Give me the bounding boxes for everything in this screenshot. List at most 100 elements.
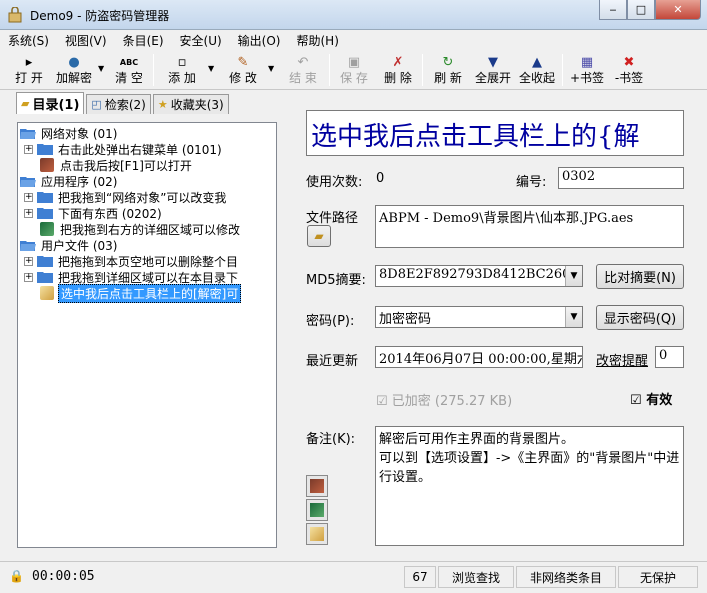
expand-icon[interactable]: + [24,208,33,218]
decrypt-button[interactable]: ● 加解密 [54,54,94,88]
link-button[interactable] [306,499,328,521]
item-icon [40,158,54,172]
new-document-icon: ▫ [177,55,187,70]
collapse-icon: ▲ [532,55,542,70]
expand-icon[interactable]: + [24,272,33,282]
tree-folder[interactable]: + 把我拖到“网络对象”可以改变我 [24,189,228,205]
expand-icon: ▼ [488,55,498,70]
last-updated-label: 最近更新 [306,354,359,369]
password-reminder-label[interactable]: 改密提醒 [596,350,648,369]
folder-icon [37,208,53,219]
tree-folder[interactable]: 用户文件 (03) [20,237,119,253]
encrypted-file-icon [40,286,54,300]
tab-favorites[interactable]: ★ 收藏夹(3) [152,94,229,114]
usage-count-value: 0 [376,171,385,186]
status-bar: 🔒 00:00:05 67 浏览查找 非网络类条目 无保护 [0,561,707,593]
end-button[interactable]: ↶ 结 束 [281,54,325,88]
notes-field[interactable]: 解密后可用作主界面的背景图片。 可以到【选项设置】->《主界面》的"背景图片"中… [375,426,684,546]
entry-number-field[interactable]: 0302 [558,167,684,189]
tree-folder[interactable]: 网络对象 (01) [20,125,119,141]
tab-search[interactable]: ◰ 检索(2) [86,94,151,114]
password-combo[interactable]: 加密密码 ▼ [375,306,583,328]
menu-output[interactable]: 输出(O) [238,32,281,49]
menu-system[interactable]: 系统(S) [8,32,49,49]
notes-label: 备注(K): [306,432,356,447]
folder-open-icon: ▰ [314,229,324,243]
md5-combo[interactable]: 8D8E2F892793D8412BC2603E2 ▼ [375,265,583,287]
attach-button[interactable] [306,475,328,497]
minimize-button[interactable]: ‒ [599,0,627,20]
bookmark-icon: ▦ [580,55,594,70]
toolbar-separator [329,54,330,86]
encrypted-label: 已加密 (275.27 KB) [391,394,513,409]
collapse-all-button[interactable]: ▲ 全收起 [516,54,558,88]
valid-checkbox[interactable]: ☑ 有效 [630,389,672,408]
chevron-down-icon[interactable]: ▼ [565,307,582,327]
expand-all-button[interactable]: ▼ 全展开 [472,54,514,88]
tree-folder[interactable]: + 下面有东西 (0202) [24,205,164,221]
protection-indicator: 无保护 [618,566,698,588]
last-updated-field[interactable]: 2014年06月07日 00:00:00,星期六 [375,346,583,368]
item-icon [40,222,54,236]
tree-leaf[interactable]: 点击我后按[F1]可以打开 [40,157,194,173]
elapsed-time: 00:00:05 [32,569,95,584]
file-icon [310,527,324,541]
delete-button[interactable]: ✗ 删 除 [378,54,418,88]
entry-number-label: 编号: [516,175,547,190]
md5-label: MD5摘要: [306,273,366,288]
file-path-field[interactable]: ABPM - Demo9\背景图片\仙本那.JPG.aes [375,205,684,248]
maximize-button[interactable]: □ [627,0,655,20]
toolbar-separator [422,54,423,86]
password-label: 密码(P): [306,314,355,329]
compare-digest-button[interactable]: 比对摘要(N) [596,264,684,289]
directory-tree[interactable]: 网络对象 (01) + 右击此处弹出右键菜单 (0101) 点击我后按[F1]可… [17,122,277,548]
file-button[interactable] [306,523,328,545]
refresh-icon: ↻ [442,55,454,70]
menu-security[interactable]: 安全(U) [180,32,222,49]
menu-item-entry[interactable]: 条目(E) [123,32,164,49]
show-password-button[interactable]: 显示密码(Q) [596,305,684,330]
search-icon: ◰ [91,98,102,111]
open-button[interactable]: ▸ 打 开 [8,54,50,88]
browse-folder-button[interactable]: ▰ [307,225,331,247]
menu-view[interactable]: 视图(V) [65,32,107,49]
folder-icon: ▰ [21,97,30,110]
modify-button[interactable]: ✎ 修 改 [221,54,265,88]
lock-icon: 🔒 [9,569,24,583]
save-button[interactable]: ▣ 保 存 [334,54,374,88]
menu-bar: 系统(S) 视图(V) 条目(E) 安全(U) 输出(O) 帮助(H) [0,30,707,50]
refresh-button[interactable]: ↻ 刷 新 [428,54,468,88]
tree-folder[interactable]: + 右击此处弹出右键菜单 (0101) [24,141,224,157]
folder-open-icon [20,241,36,251]
tree-leaf[interactable]: 把我拖到右方的详细区域可以修改 [40,221,242,237]
menu-help[interactable]: 帮助(H) [296,32,338,49]
app-icon [8,7,22,23]
link-icon [310,503,324,517]
expand-icon[interactable]: + [24,144,33,154]
tree-folder[interactable]: 应用程序 (02) [20,173,119,189]
close-button[interactable]: ✕ [655,0,701,20]
expand-icon[interactable]: + [24,192,33,202]
chevron-down-icon[interactable]: ▼ [565,266,582,286]
entry-title-field[interactable]: 选中我后点击工具栏上的{解 [306,110,684,156]
remove-bookmark-button[interactable]: ✖ -书签 [610,54,648,88]
folder-icon [37,256,53,267]
expand-icon[interactable]: + [24,256,33,266]
decrypt-icon: ● [68,55,80,70]
valid-label: 有效 [646,393,673,408]
tree-leaf-selected[interactable]: 选中我后点击工具栏上的[解密]可 [40,283,242,303]
add-dropdown-icon[interactable]: ▼ [208,64,214,73]
tree-folder[interactable]: + 把拖拖到本页空地可以删除整个目 [24,253,240,269]
category-indicator: 非网络类条目 [516,566,616,588]
add-bookmark-button[interactable]: ▦ +书签 [568,54,606,88]
toolbar-separator [153,54,154,86]
tab-directory[interactable]: ▰ 目录(1) [16,92,85,114]
modify-dropdown-icon[interactable]: ▼ [268,64,274,73]
decrypt-dropdown-icon[interactable]: ▼ [98,64,104,73]
add-button[interactable]: ▫ 添 加 [160,54,204,88]
password-reminder-field[interactable]: 0 [655,346,684,368]
delete-icon: ✗ [392,55,404,70]
clear-button[interactable]: ABC 清 空 [110,54,148,88]
folder-icon [37,192,53,203]
remove-icon: ✖ [623,55,635,70]
